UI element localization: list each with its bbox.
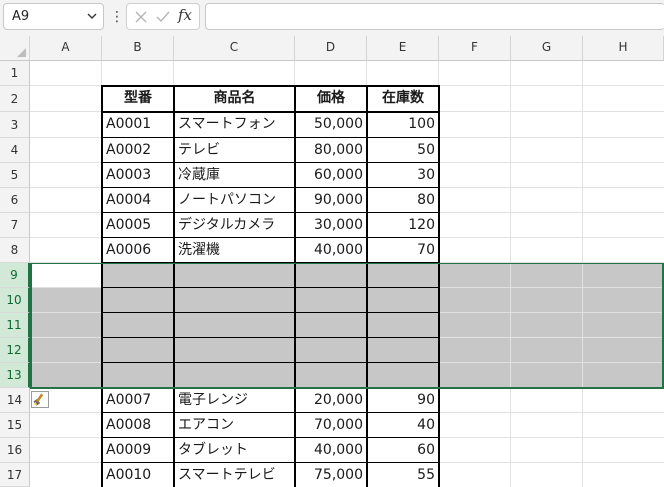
selection-border [30,263,664,389]
product-name-cell[interactable]: テレビ [175,138,294,163]
product-name-cell[interactable]: タブレット [175,438,294,463]
stock-cell[interactable]: 55 [368,463,438,487]
chevron-down-icon[interactable] [85,8,99,24]
model-cell[interactable]: A0002 [103,138,173,163]
stock-cell[interactable]: 100 [368,112,438,138]
product-name-cell[interactable]: ノートパソコン [175,188,294,213]
column-header-g[interactable]: G [511,36,583,61]
column-header-c[interactable]: C [174,36,295,61]
model-cell[interactable]: A0008 [103,413,173,438]
formula-buttons: fx [126,3,200,30]
stock-cell[interactable]: 40 [368,413,438,438]
product-name-cell[interactable]: 洗濯機 [175,238,294,263]
name-box[interactable]: A9 [3,3,104,30]
price-cell[interactable]: 70,000 [296,413,366,438]
stock-cell[interactable]: 30 [368,163,438,188]
column-header-a[interactable]: A [30,36,102,61]
row-header-16[interactable]: 16 [0,438,30,463]
price-cell[interactable]: 75,000 [296,463,366,487]
row-header-6[interactable]: 6 [0,188,30,213]
name-box-value: A9 [12,9,30,24]
fx-icon[interactable]: fx [178,6,192,24]
model-cell[interactable]: A0003 [103,163,173,188]
row-header-11[interactable]: 11 [0,313,30,338]
model-cell[interactable]: A0009 [103,438,173,463]
row-header-9[interactable]: 9 [0,263,30,288]
product-name-cell[interactable]: デジタルカメラ [175,213,294,238]
row-header-14[interactable]: 14 [0,388,30,413]
column-header-e[interactable]: E [367,36,439,61]
model-cell[interactable]: A0001 [103,112,173,138]
product-name-cell[interactable]: スマートテレビ [175,463,294,487]
price-cell[interactable]: 50,000 [296,112,366,138]
row-header-3[interactable]: 3 [0,112,30,138]
stock-cell[interactable]: 50 [368,138,438,163]
model-cell[interactable]: A0004 [103,188,173,213]
row-header-10[interactable]: 10 [0,288,30,313]
product-name-cell[interactable]: 電子レンジ [175,388,294,413]
product-name-cell[interactable]: 冷蔵庫 [175,163,294,188]
table-header-cell[interactable]: 商品名 [175,86,294,112]
worksheet-grid[interactable]: 型番 商品名 価格 在庫数 A0001 スマートフォン 50,000 100 A0002 テレビ 8… [30,61,664,487]
column-header-h[interactable]: H [583,36,664,61]
row-header-4[interactable]: 4 [0,138,30,163]
row-header-12[interactable]: 12 [0,338,30,363]
row-header-15[interactable]: 15 [0,413,30,438]
select-all-button[interactable] [0,36,30,61]
price-cell[interactable]: 40,000 [296,438,366,463]
stock-cell[interactable]: 90 [368,388,438,413]
column-header-f[interactable]: F [439,36,511,61]
column-header-b[interactable]: B [102,36,174,61]
product-name-cell[interactable]: スマートフォン [175,112,294,138]
enter-icon[interactable] [155,9,171,25]
price-cell[interactable]: 90,000 [296,188,366,213]
stock-cell[interactable]: 120 [368,213,438,238]
price-cell[interactable]: 30,000 [296,213,366,238]
model-cell[interactable]: A0010 [103,463,173,487]
model-cell[interactable]: A0007 [103,388,173,413]
stock-cell[interactable]: 60 [368,438,438,463]
row-header-5[interactable]: 5 [0,163,30,188]
row-header-8[interactable]: 8 [0,238,30,263]
product-name-cell[interactable]: エアコン [175,413,294,438]
row-header-1[interactable]: 1 [0,61,30,86]
formula-bar: A9 ⋮ fx [0,0,664,37]
stock-cell[interactable]: 80 [368,188,438,213]
column-header-d[interactable]: D [295,36,367,61]
more-options-icon[interactable]: ⋮ [110,7,124,27]
column-headers: A B C D E F G H [0,36,664,61]
price-cell[interactable]: 80,000 [296,138,366,163]
formula-input[interactable] [205,3,664,30]
row-header-13[interactable]: 13 [0,363,30,388]
model-cell[interactable]: A0006 [103,238,173,263]
row-header-7[interactable]: 7 [0,213,30,238]
cancel-icon[interactable] [133,9,149,25]
price-cell[interactable]: 40,000 [296,238,366,263]
stock-cell[interactable]: 70 [368,238,438,263]
row-header-2[interactable]: 2 [0,86,30,112]
row-header-17[interactable]: 17 [0,463,30,487]
price-cell[interactable]: 20,000 [296,388,366,413]
table-header-cell[interactable]: 型番 [103,86,173,112]
table-header-cell[interactable]: 価格 [296,86,366,112]
select-all-icon [17,48,26,57]
table-header-cell[interactable]: 在庫数 [368,86,438,112]
paste-options-icon[interactable] [31,391,49,408]
price-cell[interactable]: 60,000 [296,163,366,188]
model-cell[interactable]: A0005 [103,213,173,238]
